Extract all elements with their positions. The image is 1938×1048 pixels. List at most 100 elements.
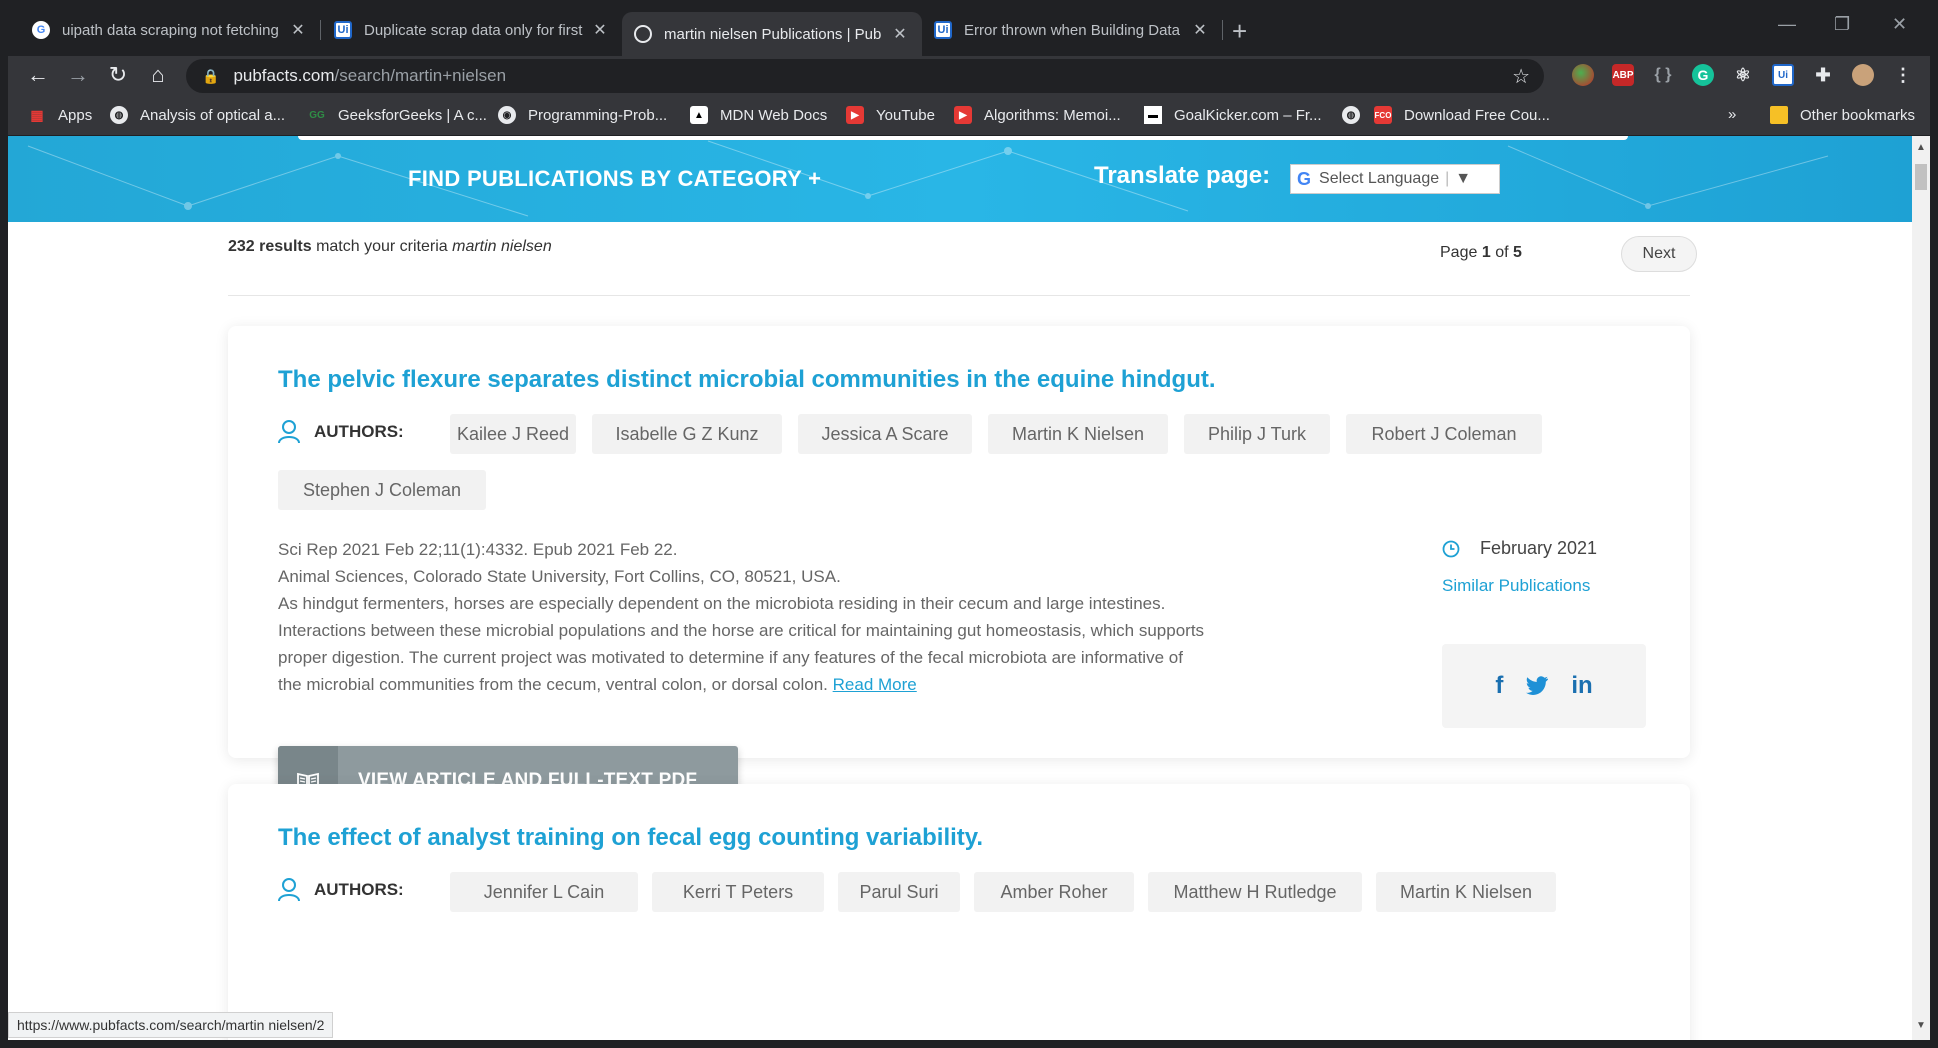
tab-title: martin nielsen Publications | Pub [664, 25, 882, 43]
tab-1[interactable]: G uipath data scraping not fetching ✕ [20, 12, 320, 48]
author-chip[interactable]: Parul Suri [838, 872, 960, 912]
globe-icon: ◍ [110, 106, 128, 124]
author-chip[interactable]: Stephen J Coleman [278, 470, 486, 510]
translate-label: Translate page: [1094, 162, 1271, 189]
author-chip[interactable]: Kailee J Reed [450, 414, 576, 454]
author-chip[interactable]: Philip J Turk [1184, 414, 1330, 454]
react-devtools-icon[interactable]: ⚛ [1732, 64, 1754, 86]
banner-network-pattern [27, 140, 1829, 217]
author-chip[interactable]: Jessica A Scare [798, 414, 972, 454]
next-page-button[interactable]: Next [1621, 236, 1697, 272]
authors-heading: AUTHORS: [278, 878, 404, 902]
author-chip[interactable]: Kerri T Peters [652, 872, 824, 912]
address-bar[interactable]: 🔒 pubfacts.com/search/martin+nielsen ☆ [186, 59, 1544, 93]
bookmark-item[interactable]: ▶ Algorithms: Memoi... [954, 106, 1121, 124]
uipath-extension-icon[interactable]: Ui [1772, 64, 1794, 86]
pubfacts-icon [634, 25, 652, 43]
uipath-icon: Ui [934, 21, 952, 39]
url-path: /search/martin+nielsen [334, 66, 507, 85]
author-chip[interactable]: Isabelle G Z Kunz [592, 414, 782, 454]
bookmark-label: YouTube [876, 106, 935, 124]
results-summary: 232 results match your criteria martin n… [228, 238, 552, 256]
bookmark-item[interactable]: ◍ [1342, 106, 1372, 124]
publication-title[interactable]: The pelvic flexure separates distinct mi… [278, 366, 1216, 394]
similar-publications-link[interactable]: Similar Publications [1442, 576, 1590, 596]
bookmark-item[interactable]: ▲ MDN Web Docs [690, 106, 827, 124]
bookmark-item[interactable]: ◍ Analysis of optical a... [110, 106, 285, 124]
home-icon[interactable]: ⌂ [144, 62, 172, 88]
bookmark-item[interactable]: ▶ YouTube [846, 106, 935, 124]
publication-meta: Sci Rep 2021 Feb 22;11(1):4332. Epub 202… [278, 536, 1358, 698]
page-viewport: FIND PUBLICATIONS BY CATEGORY + Translat… [8, 136, 1912, 1040]
bookmark-item[interactable]: GG GeeksforGeeks | A c... [308, 106, 487, 124]
category-banner: FIND PUBLICATIONS BY CATEGORY + Translat… [8, 136, 1912, 222]
tab-divider [320, 20, 321, 40]
braces-extension-icon[interactable]: { } [1652, 64, 1674, 86]
user-icon [278, 878, 300, 902]
scrollbar-thumb[interactable] [1915, 164, 1927, 190]
bookmark-item[interactable]: ▬ GoalKicker.com – Fr... [1144, 106, 1322, 124]
tab-strip: G uipath data scraping not fetching ✕ Ui… [0, 0, 1938, 56]
bookmark-label: Other bookmarks [1800, 106, 1916, 124]
facebook-icon[interactable]: f [1495, 672, 1503, 700]
author-chip[interactable]: Jennifer L Cain [450, 872, 638, 912]
puzzle-extensions-icon[interactable]: ✚ [1812, 64, 1834, 86]
author-chip[interactable]: Martin K Nielsen [1376, 872, 1556, 912]
bookmark-label: MDN Web Docs [720, 106, 828, 124]
chevron-down-icon: ▼ [1455, 170, 1472, 187]
fco-icon: FCO [1374, 106, 1392, 124]
avatar[interactable] [1852, 64, 1874, 86]
page-scrollbar[interactable]: ▲ ▼ [1912, 136, 1930, 1040]
results-header: 232 results match your criteria martin n… [228, 236, 1697, 296]
bookmark-item[interactable]: ◉ Programming-Prob... [498, 106, 667, 124]
tab-3-active[interactable]: martin nielsen Publications | Pub ✕ [622, 12, 922, 56]
bookmark-item[interactable]: FCO Download Free Cou... [1374, 106, 1550, 124]
close-icon[interactable]: ✕ [590, 20, 610, 40]
bookmark-label: Analysis of optical a... [140, 106, 286, 124]
scroll-down-icon[interactable]: ▼ [1916, 1020, 1926, 1031]
new-tab-icon[interactable]: + [1232, 16, 1247, 47]
mdn-icon: ▲ [690, 106, 708, 124]
reload-icon[interactable]: ↻ [104, 62, 132, 88]
forward-icon[interactable]: → [64, 62, 92, 88]
back-icon[interactable]: ← [24, 62, 52, 88]
tab-2[interactable]: Ui Duplicate scrap data only for first ✕ [322, 12, 622, 48]
find-by-category-link[interactable]: FIND PUBLICATIONS BY CATEGORY + [408, 166, 821, 192]
scroll-up-icon[interactable]: ▲ [1916, 142, 1926, 153]
twitter-icon[interactable] [1525, 676, 1549, 696]
pagination-info: Page 1 of 5 [1440, 244, 1522, 262]
abstract-line: As hindgut fermenters, horses are especi… [278, 594, 1166, 613]
author-chip[interactable]: Martin K Nielsen [988, 414, 1168, 454]
page-of: of [1495, 244, 1509, 261]
share-box: f in [1442, 644, 1646, 728]
folder-icon [1770, 106, 1788, 124]
bookmark-apps[interactable]: ▦ Apps [28, 106, 92, 124]
close-window-icon[interactable]: ✕ [1892, 14, 1907, 35]
author-chip[interactable]: Robert J Coleman [1346, 414, 1542, 454]
close-icon[interactable]: ✕ [1190, 20, 1210, 40]
tab-divider [1222, 20, 1223, 40]
author-chip[interactable]: Matthew H Rutledge [1148, 872, 1362, 912]
results-query: martin nielsen [452, 238, 552, 255]
affiliation: Animal Sciences, Colorado State Universi… [278, 567, 841, 586]
extension-record-icon[interactable] [1572, 64, 1594, 86]
other-bookmarks[interactable]: Other bookmarks [1770, 106, 1915, 124]
adblock-icon[interactable]: ABP [1612, 64, 1634, 86]
youtube-icon: ▶ [846, 106, 864, 124]
tab-4[interactable]: Ui Error thrown when Building Data ✕ [922, 12, 1222, 48]
authors-heading: AUTHORS: [278, 420, 404, 444]
restore-icon[interactable]: ❐ [1834, 14, 1850, 35]
bookmark-star-icon[interactable]: ☆ [1512, 64, 1530, 89]
menu-kebab-icon[interactable]: ⋮ [1892, 64, 1914, 86]
close-icon[interactable]: ✕ [288, 20, 308, 40]
linkedin-icon[interactable]: in [1571, 672, 1592, 700]
language-select[interactable]: G Select Language | ▼ [1290, 164, 1500, 194]
author-chip[interactable]: Amber Roher [974, 872, 1134, 912]
minimize-icon[interactable]: — [1778, 14, 1796, 35]
publication-title[interactable]: The effect of analyst training on fecal … [278, 824, 983, 852]
read-more-link[interactable]: Read More [833, 675, 917, 694]
status-bar-url: https://www.pubfacts.com/search/martin n… [8, 1012, 334, 1038]
bookmarks-overflow[interactable]: » [1728, 106, 1736, 123]
close-icon[interactable]: ✕ [890, 24, 910, 44]
grammarly-icon[interactable]: G [1692, 64, 1714, 86]
